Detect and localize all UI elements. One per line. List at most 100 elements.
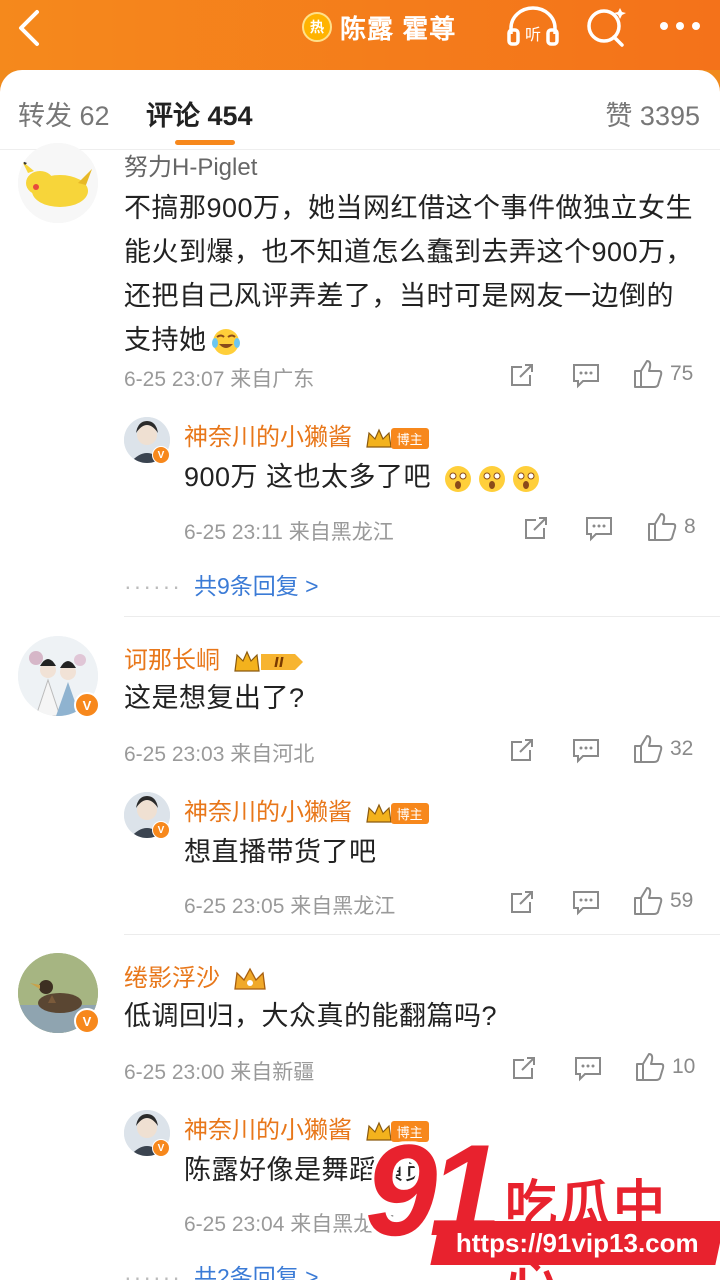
like-button[interactable]: 8 (646, 512, 696, 542)
pikachu-avatar-icon (18, 143, 98, 223)
reply-username-text: 神奈川的小獭酱 (184, 1117, 352, 1144)
like-count: 8 (684, 515, 696, 538)
dots-icon: ······ (124, 1264, 182, 1280)
like-count: 59 (670, 889, 694, 912)
like-button[interactable]: 32 (632, 734, 693, 764)
reply-text: 想直播带货了吧 (184, 837, 377, 867)
thumbs-up-icon (634, 887, 663, 915)
shocked-emoji-icon (513, 465, 540, 492)
share-icon (511, 739, 533, 761)
comment-icon (586, 517, 612, 542)
view-more-replies[interactable]: ······ 共2条回复 > (124, 1258, 319, 1280)
dots-icon: ······ (124, 573, 182, 599)
comment-meta: 6-25 23:07 来自广东 (124, 368, 315, 391)
reply-button[interactable] (573, 1054, 603, 1082)
reply-meta: 6-25 23:04 来自黑龙江 (184, 1213, 396, 1236)
share-icon (511, 364, 533, 386)
shocked-emoji-icon (479, 465, 506, 492)
tab-repost[interactable]: 转发 62 (18, 94, 110, 133)
reply-button[interactable] (571, 361, 601, 389)
comment-text: 这是想复出了? (124, 683, 305, 713)
comment-text: 低调回归，大众真的能翻篇吗? (124, 1001, 498, 1031)
comment-text-body: 不搞那900万，她当网红借这个事件做独立女生能火到爆，也不知道怎么蠢到去弄这个9… (124, 193, 694, 355)
crown-icon (233, 967, 266, 990)
topic-header[interactable]: 热 陈露 霍尊 (302, 10, 456, 44)
like-button[interactable]: 59 (632, 886, 693, 916)
comment-username[interactable]: 诃那长峒 II (124, 640, 305, 675)
share-button[interactable] (510, 1054, 538, 1082)
reply-username[interactable]: 神奈川的小獭酱 博主 (184, 417, 429, 452)
like-count: 10 (672, 1055, 696, 1078)
search-button[interactable] (582, 4, 630, 48)
watermark-url-text: https://91vip13.com (456, 1227, 699, 1258)
reply-button[interactable] (571, 888, 601, 916)
comment-icon (573, 364, 599, 389)
more-replies-label: 共2条回复 > (193, 1264, 319, 1280)
share-button[interactable] (508, 736, 536, 764)
reply-button[interactable] (571, 736, 601, 764)
reply-username-text: 神奈川的小獭酱 (184, 424, 352, 451)
reply-username[interactable]: 神奈川的小獭酱 博主 (184, 792, 429, 827)
comment-username[interactable]: 绻影浮沙 (124, 958, 267, 993)
comment-username[interactable]: 努力H-Piglet (124, 147, 257, 182)
comment-icon (573, 739, 599, 764)
share-button[interactable] (522, 514, 550, 542)
more-dots-icon (660, 22, 700, 30)
blogger-tag: 博主 (390, 803, 429, 825)
share-button[interactable] (508, 888, 536, 916)
blogger-tag: 博主 (390, 428, 429, 450)
divider (124, 616, 720, 617)
hot-badge: 热 (302, 12, 332, 42)
share-icon (513, 1057, 535, 1079)
avatar[interactable] (18, 143, 98, 223)
search-icon (587, 8, 626, 47)
reply-button[interactable] (584, 514, 614, 542)
like-button[interactable]: 75 (632, 359, 693, 389)
topic-title: 陈露 霍尊 (340, 13, 457, 44)
top-bar: 热 陈露 霍尊 听 (0, 0, 720, 70)
like-count: 32 (670, 737, 694, 760)
share-icon (525, 517, 547, 539)
reply-text-body: 900万 这也太多了吧 (184, 462, 432, 492)
comment-username-text: 诃那长峒 (124, 647, 220, 674)
verified-badge: V (152, 446, 170, 464)
like-button[interactable]: 10 (634, 1052, 695, 1082)
comment-icon (575, 1057, 601, 1082)
reply-meta: 6-25 23:11 来自黑龙江 (184, 521, 394, 544)
tab-indicator (175, 140, 235, 145)
more-button[interactable] (652, 4, 708, 48)
reply-username-text: 神奈川的小獭酱 (184, 799, 352, 826)
crown-icon (365, 803, 392, 823)
chevron-left-icon (19, 10, 39, 46)
comment-meta: 6-25 23:00 来自新疆 (124, 1061, 315, 1084)
listen-button[interactable]: 听 (505, 4, 561, 48)
comment-username-text: 绻影浮沙 (124, 965, 220, 992)
comment-icon (573, 891, 599, 916)
verified-badge: V (152, 821, 170, 839)
thumbs-up-icon (634, 360, 663, 388)
comment-text: 不搞那900万，她当网红借这个事件做独立女生能火到爆，也不知道怎么蠢到去弄这个9… (124, 186, 694, 362)
divider (124, 934, 720, 935)
thumbs-up-icon (634, 735, 663, 763)
level-label: II (274, 656, 284, 671)
back-button[interactable] (8, 6, 52, 50)
watermark-url: https://91vip13.com (430, 1221, 720, 1265)
comment-meta: 6-25 23:03 来自河北 (124, 743, 315, 766)
tab-comment[interactable]: 评论 454 (146, 94, 253, 133)
more-replies-label: 共9条回复 > (193, 573, 319, 599)
crown-level-icon: II (233, 650, 303, 672)
cry-laugh-emoji-icon (211, 328, 240, 355)
verified-badge: V (74, 692, 100, 718)
headphones-icon: 听 (507, 6, 559, 46)
view-more-replies[interactable]: ······ 共9条回复 > (124, 567, 319, 601)
like-count: 75 (670, 362, 694, 385)
tab-bar: 转发 62 评论 454 赞 3395 (0, 70, 720, 150)
thumbs-up-icon (636, 1053, 665, 1081)
crown-icon (365, 428, 392, 448)
thumbs-up-icon (648, 513, 677, 541)
share-button[interactable] (508, 361, 536, 389)
listen-label: 听 (525, 25, 541, 44)
shocked-emoji-icon (445, 465, 472, 492)
reply-text: 900万 这也太多了吧 (184, 455, 684, 499)
tab-like[interactable]: 赞 3395 (605, 94, 700, 133)
